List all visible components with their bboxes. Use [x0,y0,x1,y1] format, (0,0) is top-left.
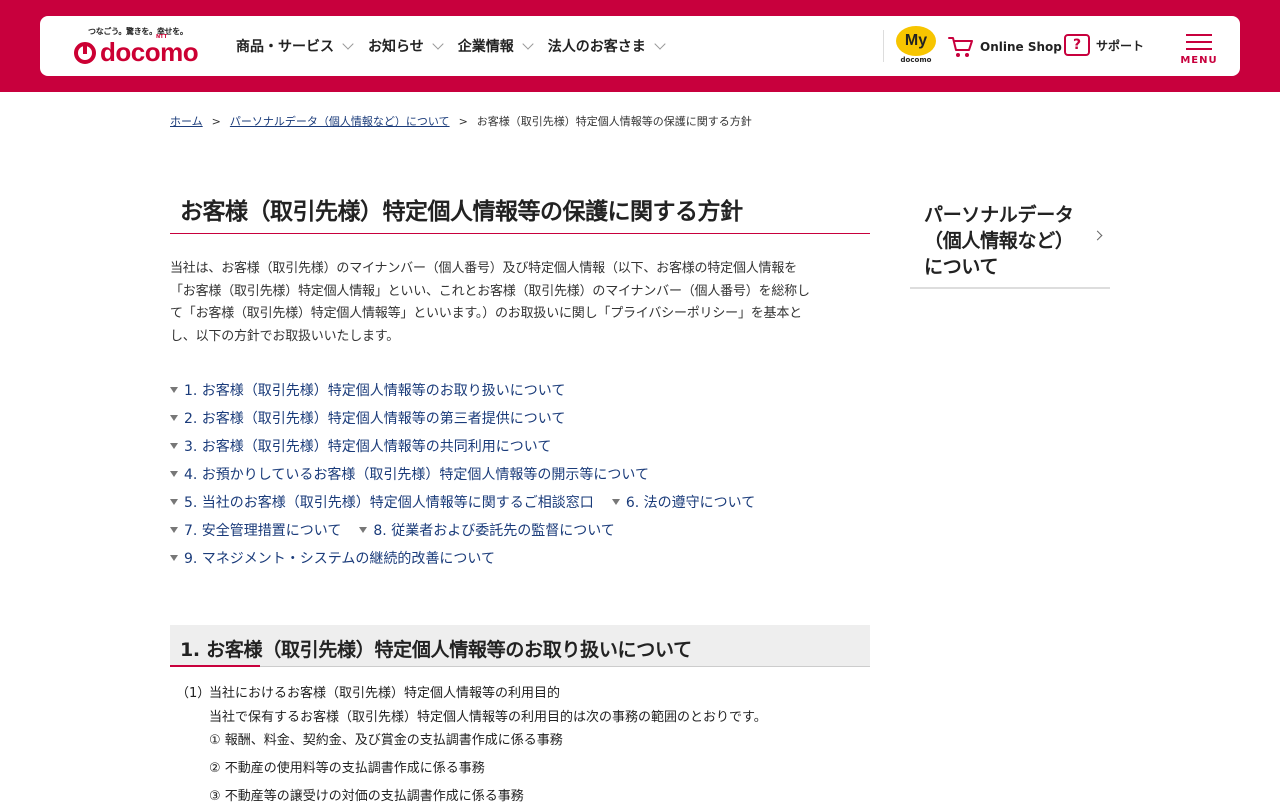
triangle-down-icon [170,443,178,449]
global-header: つなごう。驚きを。幸せを。 NTT docomo 商品・サービス お知らせ 企業… [40,16,1240,76]
chevron-down-icon [654,37,666,50]
item-number: （1） [176,686,211,701]
table-of-contents: 1. お客様（取引先様）特定個人情報等のお取り扱いについて 2. お客様（取引先… [170,376,890,572]
toc-label: 7. 安全管理措置について [184,523,342,539]
triangle-down-icon [170,387,178,393]
intro-text: 当社は、お客様（取引先様）のマイナンバー（個人番号）及び特定個人情報（以下、お客… [170,258,874,348]
my-docomo-link[interactable]: My docomo [893,26,939,64]
sidebar-personal-data-link[interactable]: パーソナルデータ （個人情報など） について [910,200,1110,289]
nav-label: 法人のお客さま [547,39,646,55]
breadcrumb-personal-data[interactable]: パーソナルデータ（個人情報など）について [230,115,450,128]
toc-label: 9. マネジメント・システムの継続的改善について [184,551,495,567]
triangle-down-icon [170,555,178,561]
nav-news[interactable]: お知らせ [368,36,444,56]
chevron-down-icon [432,37,444,50]
question-icon: ? [1064,34,1090,56]
triangle-down-icon [170,527,178,533]
toc-label: 2. お客様（取引先様）特定個人情報等の第三者提供について [184,411,566,427]
breadcrumb-current: お客様（取引先様）特定個人情報等の保護に関する方針 [476,115,752,128]
toc-row: 1. お客様（取引先様）特定個人情報等のお取り扱いについて [170,376,890,404]
chevron-down-icon [522,37,534,50]
toc-link-5[interactable]: 5. 当社のお客様（取引先様）特定個人情報等に関するご相談窓口 [170,492,594,512]
toc-link-1[interactable]: 1. お客様（取引先様）特定個人情報等のお取り扱いについて [170,380,565,400]
purpose-item: ③ 不動産等の譲受けの対価の支払調書作成に係る事務 [209,789,524,804]
intro-line: 「お客様（取引先様）特定個人情報」といい、これとお客様（取引先様）のマイナンバー… [170,283,810,299]
menu-label: MENU [1180,55,1218,66]
toc-row: 5. 当社のお客様（取引先様）特定個人情報等に関するご相談窓口 6. 法の遵守に… [170,488,890,516]
toc-row: 9. マネジメント・システムの継続的改善について [170,544,890,572]
toc-row: 3. お客様（取引先様）特定個人情報等の共同利用について [170,432,890,460]
toc-link-9[interactable]: 9. マネジメント・システムの継続的改善について [170,548,495,568]
toc-label: 4. お預かりしているお客様（取引先様）特定個人情報等の開示等について [184,467,649,483]
toc-row: 7. 安全管理措置について 8. 従業者および委託先の監督について [170,516,890,544]
docomo-ring-icon [74,41,96,64]
docomo-logo[interactable]: つなごう。驚きを。幸せを。 NTT docomo [74,25,204,69]
chevron-right-icon [1092,230,1103,241]
nav-label: 企業情報 [457,39,514,55]
toc-label: 6. 法の遵守について [625,495,756,511]
intro-line: し、以下の方針でお取扱いいたします。 [170,328,400,344]
sidebar-title-line: （個人情報など） [924,230,1074,252]
toc-label: 8. 従業者および委託先の監督について [373,523,615,539]
toc-label: 5. 当社のお客様（取引先様）特定個人情報等に関するご相談窓口 [184,495,594,511]
triangle-down-icon [170,499,178,505]
sidebar-title-line: について [924,256,999,278]
toc-row: 2. お客様（取引先様）特定個人情報等の第三者提供について [170,404,890,432]
nav-business[interactable]: 法人のお客さま [547,36,666,56]
hamburger-icon [1176,34,1222,50]
nav-corporate[interactable]: 企業情報 [457,36,534,56]
breadcrumb-separator: > [458,115,468,128]
toc-label: 3. お客様（取引先様）特定個人情報等の共同利用について [184,439,552,455]
toc-link-7[interactable]: 7. 安全管理措置について [170,520,341,540]
toc-link-4[interactable]: 4. お預かりしているお客様（取引先様）特定個人情報等の開示等について [170,464,649,484]
cart-icon [948,37,973,57]
logo-tagline: つなごう。驚きを。幸せを。 [88,27,188,36]
logo-wordmark: docomo [74,37,199,68]
breadcrumb: ホーム > パーソナルデータ（個人情報など）について > お客様（取引先様）特定個人情報… [170,113,752,129]
chevron-down-icon [342,37,354,50]
support-label: サポート [1096,38,1145,53]
online-shop-link[interactable]: Online Shop [948,36,1062,58]
triangle-down-icon [170,471,178,477]
page-title: お客様（取引先様）特定個人情報等の保護に関する方針 [170,192,870,234]
intro-line: て「お客様（取引先様）特定個人情報等」といいます。）のお取扱いに関し「プライバシ… [170,306,802,321]
toc-link-2[interactable]: 2. お客様（取引先様）特定個人情報等の第三者提供について [170,408,565,428]
toc-link-6[interactable]: 6. 法の遵守について [611,492,756,512]
menu-button[interactable]: MENU [1176,34,1222,66]
item-title: 当社におけるお客様（取引先様）特定個人情報等の利用目的 [209,686,561,701]
toc-link-8[interactable]: 8. 従業者および委託先の監督について [359,520,615,540]
logo-text: docomo [100,37,199,67]
triangle-down-icon [359,527,368,533]
breadcrumb-separator: > [211,115,221,128]
toc-row: 4. お預かりしているお客様（取引先様）特定個人情報等の開示等について [170,460,890,488]
breadcrumb-home[interactable]: ホーム [170,115,203,128]
global-nav: 商品・サービス お知らせ 企業情報 法人のお客さま [236,16,680,76]
intro-line: 当社は、お客様（取引先様）のマイナンバー（個人番号）及び特定個人情報（以下、お客… [170,261,797,276]
purpose-item: ② 不動産の使用料等の支払調書作成に係る事務 [209,761,485,776]
nav-products-services[interactable]: 商品・サービス [236,36,354,56]
header-divider [883,30,884,62]
section-heading-1: 1. お客様（取引先様）特定個人情報等のお取り扱いについて [170,625,870,667]
item-description: 当社で保有するお客様（取引先様）特定個人情報等の利用目的は次の事務の範囲のとおり… [209,710,767,725]
nav-label: お知らせ [368,39,424,55]
purpose-item: ① 報酬、料金、契約金、及び賞金の支払調書作成に係る事務 [209,733,563,748]
toc-link-3[interactable]: 3. お客様（取引先様）特定個人情報等の共同利用について [170,436,551,456]
my-docomo-icon: My [896,26,936,56]
section-heading-text: 1. お客様（取引先様）特定個人情報等のお取り扱いについて [180,639,692,661]
toc-label: 1. お客様（取引先様）特定個人情報等のお取り扱いについて [184,383,566,399]
online-shop-label: Online Shop [980,40,1062,54]
triangle-down-icon [170,415,178,421]
support-link[interactable]: ? サポート [1064,34,1144,56]
nav-label: 商品・サービス [236,39,334,55]
sidebar-title: パーソナルデータ （個人情報など） について [924,202,1074,280]
my-docomo-sub: docomo [900,56,932,64]
sidebar-title-line: パーソナルデータ [924,204,1074,226]
section-heading-accent [170,665,260,667]
triangle-down-icon [611,499,620,505]
